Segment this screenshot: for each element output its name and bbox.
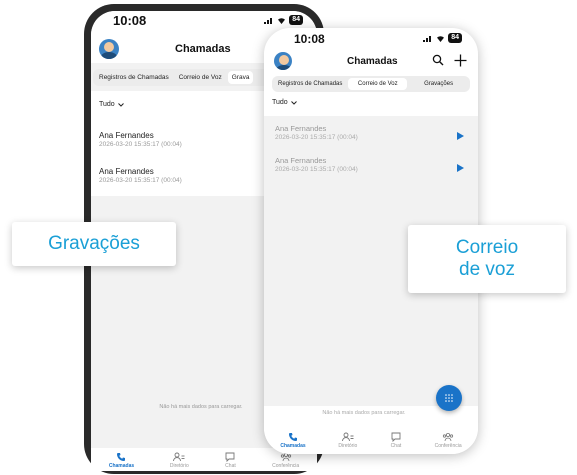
nav-directory[interactable]: Diretório	[170, 448, 189, 471]
tab-call-log[interactable]: Registros de Chamadas	[274, 78, 346, 90]
play-icon[interactable]	[457, 164, 464, 172]
tab-recordings[interactable]: Grava	[227, 71, 254, 84]
nav-label: Conferência	[272, 463, 300, 469]
wifi-icon	[278, 17, 286, 24]
tab-call-log[interactable]: Registros de Chamadas	[95, 71, 173, 84]
callout-label-line1: Correio	[455, 237, 519, 258]
callout-recordings: Gravações	[12, 222, 176, 266]
filter-dropdown[interactable]: Tudo	[272, 99, 297, 106]
list-item[interactable]: Ana Fernandes 2026-03-20 15:35:17 (00:04…	[91, 161, 182, 190]
contact-name: Ana Fernandes	[99, 131, 154, 140]
callout-label-line2: de voz	[459, 259, 515, 280]
plus-icon[interactable]	[454, 50, 467, 72]
call-datetime: 2026-03-20 15:35:17 (00:04)	[99, 141, 182, 148]
status-time: 10:08	[294, 32, 325, 46]
nav-conference[interactable]: Conferência	[435, 428, 462, 454]
nav-calls[interactable]: Chamadas	[109, 448, 134, 471]
nav-calls[interactable]: Chamadas	[280, 428, 306, 454]
status-bar: 10:08 84	[264, 28, 478, 50]
call-datetime: 2026-03-20 15:35:17 (00:04)	[275, 134, 358, 141]
contact-name: Ana Fernandes	[275, 124, 327, 133]
chevron-down-icon	[290, 100, 297, 105]
nav-chat[interactable]: Chat	[390, 428, 402, 454]
chat-icon	[224, 452, 236, 462]
segment-tabs: Registros de Chamadas Correio de Voz Gra…	[272, 76, 470, 92]
contacts-icon	[341, 432, 354, 442]
status-time: 10:08	[113, 13, 147, 28]
phone-icon	[287, 432, 299, 442]
nav-label: Diretório	[169, 463, 189, 469]
chevron-down-icon	[117, 102, 124, 107]
list-item[interactable]: Ana Fernandes 2026-03-20 15:35:17 (00:04…	[264, 124, 478, 141]
signal-icon	[423, 35, 432, 42]
nav-label: Diretório	[338, 443, 358, 449]
tab-voicemail[interactable]: Correio de Voz	[175, 71, 226, 84]
callout-label: Gravações	[48, 233, 140, 254]
dialpad-button[interactable]	[436, 385, 462, 411]
contact-name: Ana Fernandes	[275, 156, 327, 165]
no-more-data-text: Não há mais dados para carregar.	[322, 410, 406, 416]
screenshot-stage: 10:08 84 Chamadas C Registros de Chamada…	[0, 0, 577, 475]
avatar[interactable]	[274, 52, 292, 70]
nav-label: Chamadas	[280, 443, 306, 449]
battery-icon: 84	[448, 33, 462, 43]
dialpad-icon	[445, 394, 453, 402]
avatar[interactable]	[99, 39, 119, 59]
phone-icon	[115, 452, 127, 462]
chat-icon	[390, 432, 402, 442]
tab-voicemail[interactable]: Correio de Voz	[348, 78, 408, 90]
list-item[interactable]: Ana Fernandes 2026-03-20 15:35:17 (00:04…	[264, 156, 478, 173]
nav-chat[interactable]: Chat	[224, 448, 236, 471]
battery-icon: 84	[289, 15, 303, 25]
filter-label: Tudo	[272, 99, 288, 106]
tab-recordings[interactable]: Gravações	[409, 78, 468, 90]
nav-label: Conferência	[434, 443, 462, 449]
bottom-nav: Chamadas Diretório Chat Conferência	[264, 428, 478, 454]
nav-label: Chat	[225, 463, 236, 469]
call-datetime: 2026-03-20 15:35:17 (00:04)	[275, 166, 358, 173]
call-datetime: 2026-03-20 15:35:17 (00:04)	[99, 177, 182, 184]
list-item[interactable]: Ana Fernandes 2026-03-20 15:35:17 (00:04…	[91, 125, 182, 154]
app-header: Chamadas	[264, 50, 478, 74]
filter-dropdown[interactable]: Tudo	[99, 101, 124, 108]
page-title: Chamadas	[175, 43, 231, 55]
wifi-icon	[437, 35, 445, 42]
nav-directory[interactable]: Diretório	[338, 428, 357, 454]
callout-voicemail: Correio de voz	[408, 225, 566, 293]
search-icon[interactable]	[432, 53, 444, 71]
contacts-icon	[173, 452, 185, 462]
filter-label: Tudo	[99, 101, 115, 108]
nav-label: Chat	[390, 443, 402, 449]
conference-icon	[442, 432, 454, 442]
play-icon[interactable]	[457, 132, 464, 140]
signal-icon	[264, 17, 273, 24]
page-title: Chamadas	[347, 56, 398, 67]
contact-name: Ana Fernandes	[99, 167, 154, 176]
nav-label: Chamadas	[108, 463, 135, 469]
